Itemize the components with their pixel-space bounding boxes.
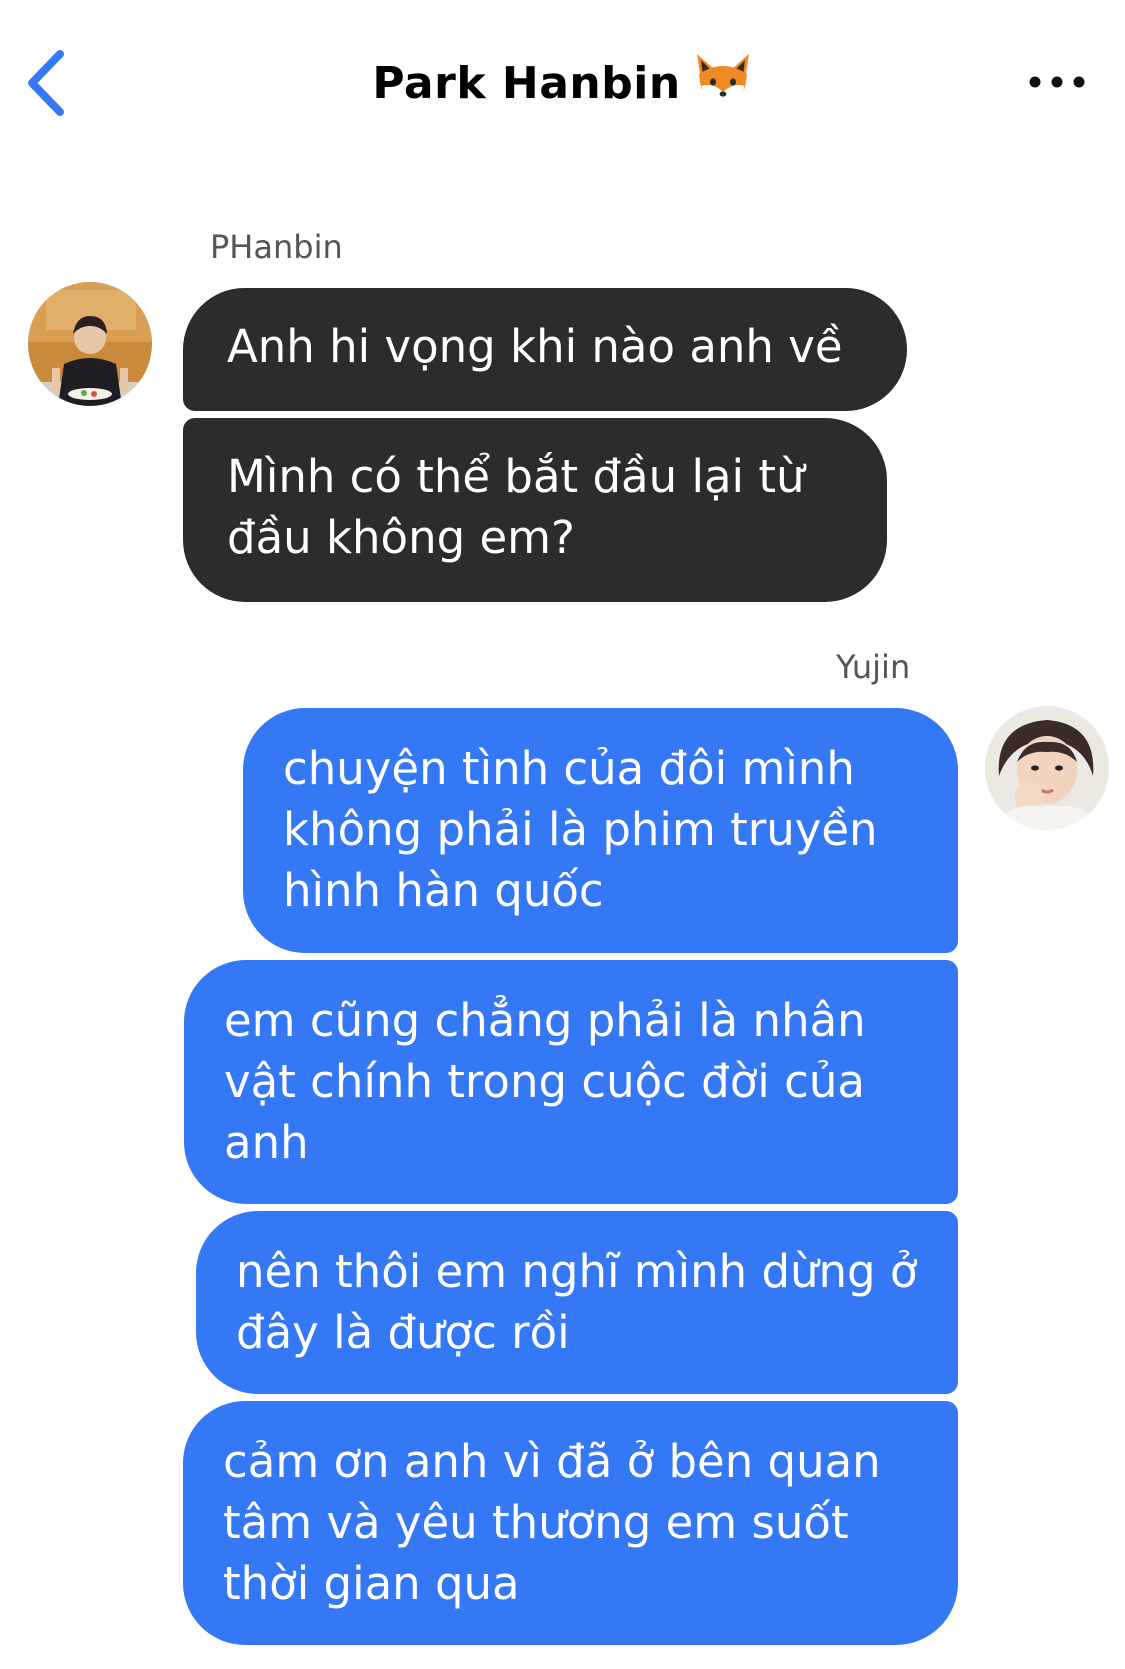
fox-face-icon: [693, 52, 753, 108]
message-text: nên thôi em nghĩ mình dừng ở đây là được…: [236, 1245, 918, 1359]
incoming-message-bubble[interactable]: Mình có thể bắt đầu lại từ đầu không em?: [183, 418, 887, 602]
message-text: em cũng chẳng phải là nhân vật chính tro…: [224, 994, 866, 1169]
contact-avatar-image: [28, 282, 152, 406]
my-avatar-image: [985, 706, 1109, 830]
conversation-title[interactable]: Park Hanbin: [0, 52, 1125, 109]
more-options-button[interactable]: [1027, 70, 1087, 94]
conversation-title-text: Park Hanbin: [372, 58, 681, 109]
message-text: Mình có thể bắt đầu lại từ đầu không em?: [227, 450, 805, 564]
message-text: Anh hi vọng khi nào anh về: [227, 320, 843, 373]
outgoing-message-bubble[interactable]: chuyện tình của đôi mình không phải là p…: [243, 708, 958, 953]
sender-name-contact: PHanbin: [210, 228, 343, 266]
sender-name-me: Yujin: [836, 648, 911, 686]
contact-avatar[interactable]: [28, 282, 152, 406]
outgoing-message-bubble[interactable]: em cũng chẳng phải là nhân vật chính tro…: [184, 960, 958, 1204]
message-text: cảm ơn anh vì đã ở bên quan tâm và yêu t…: [223, 1435, 881, 1610]
message-text: chuyện tình của đôi mình không phải là p…: [283, 742, 878, 917]
outgoing-message-bubble[interactable]: cảm ơn anh vì đã ở bên quan tâm và yêu t…: [183, 1401, 958, 1645]
ellipsis-icon: [1029, 76, 1085, 88]
my-avatar[interactable]: [985, 706, 1109, 830]
incoming-message-bubble[interactable]: Anh hi vọng khi nào anh về: [183, 288, 907, 411]
conversation-header: Park Hanbin: [0, 0, 1125, 165]
outgoing-message-bubble[interactable]: nên thôi em nghĩ mình dừng ở đây là được…: [196, 1211, 958, 1394]
